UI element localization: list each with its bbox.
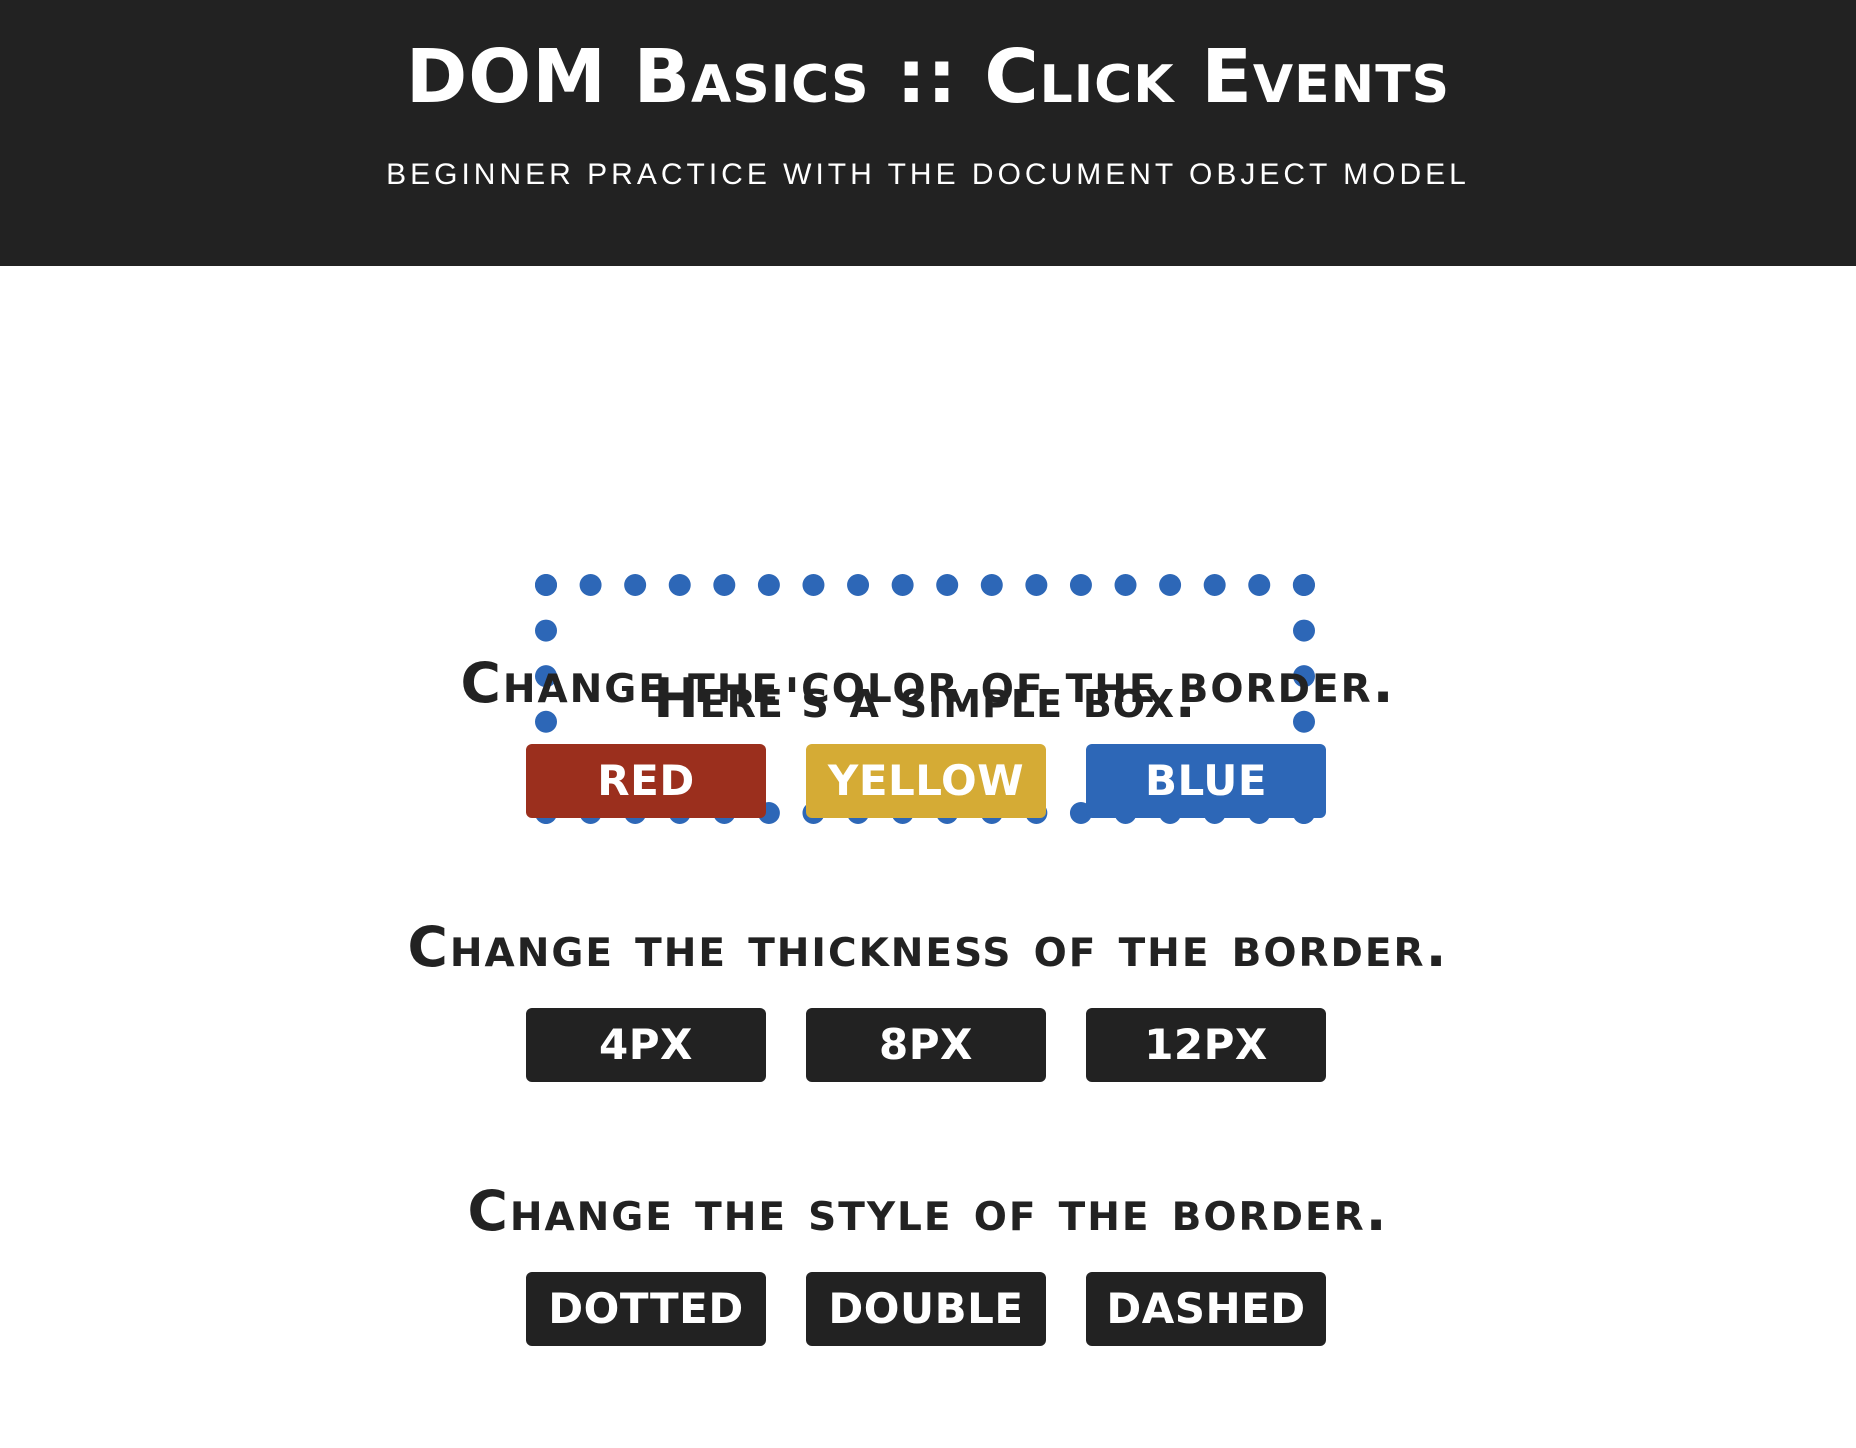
page-title: DOM Basics :: Click Events xyxy=(405,34,1451,120)
yellow-border-button[interactable]: YELLOW xyxy=(806,744,1046,818)
12px-border-button[interactable]: 12PX xyxy=(1086,1008,1326,1082)
border-color-heading: Change the color of the border. xyxy=(460,651,1396,715)
blue-border-button[interactable]: BLUE xyxy=(1086,744,1326,818)
double-border-button[interactable]: DOUBLE xyxy=(806,1272,1046,1346)
main-content: Here's a simple box. Change the color of… xyxy=(0,266,1856,1448)
dashed-border-button[interactable]: DASHED xyxy=(1086,1272,1326,1346)
border-color-buttons: RED YELLOW BLUE xyxy=(526,744,1326,818)
border-style-heading: Change the style of the border. xyxy=(467,1179,1389,1243)
page-header: DOM Basics :: Click Events BEGINNER PRAC… xyxy=(0,0,1856,266)
red-border-button[interactable]: RED xyxy=(526,744,766,818)
page-subtitle: BEGINNER PRACTICE WITH THE DOCUMENT OBJE… xyxy=(386,158,1470,191)
border-thickness-heading: Change the thickness of the border. xyxy=(407,915,1449,979)
4px-border-button[interactable]: 4PX xyxy=(526,1008,766,1082)
border-style-buttons: DOTTED DOUBLE DASHED xyxy=(526,1272,1326,1346)
border-thickness-buttons: 4PX 8PX 12PX xyxy=(526,1008,1326,1082)
8px-border-button[interactable]: 8PX xyxy=(806,1008,1046,1082)
dotted-border-button[interactable]: DOTTED xyxy=(526,1272,766,1346)
